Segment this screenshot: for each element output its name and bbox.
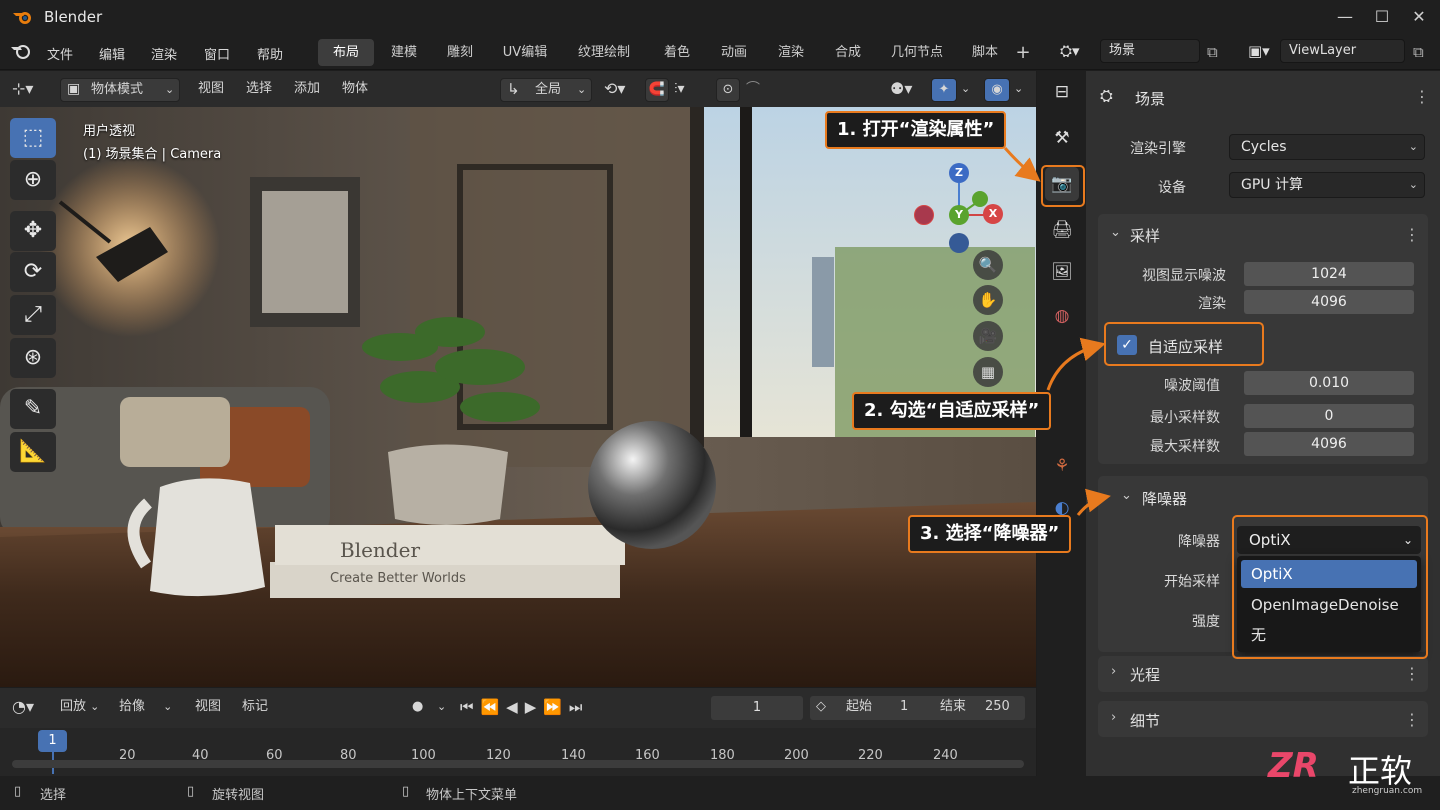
tick-label: 200 <box>784 748 809 763</box>
callout-step-1: 1. 打开“渲染属性” <box>825 111 1007 149</box>
callout-step-2: 2. 勾选“自适应采样” <box>852 392 1052 430</box>
keyframe-icon: ◇ <box>816 699 826 714</box>
chevron-down-icon: ⌄ <box>163 700 173 713</box>
end-label: 结束 <box>940 699 967 714</box>
tick-label: 240 <box>933 748 958 763</box>
start-label: 起始 <box>846 699 873 714</box>
tick-label: 100 <box>411 748 436 763</box>
playback-controls[interactable]: ⏮⏪◀▶⏩⏭ <box>460 695 589 719</box>
tick-label: 180 <box>710 748 735 763</box>
tick-label: 60 <box>266 748 283 763</box>
timeline-editor-type-icon[interactable]: ◔▾ <box>12 695 34 719</box>
watermark-logo: ZR <box>1268 746 1319 786</box>
tick-label: 120 <box>486 748 511 763</box>
callout-step-3: 3. 选择“降噪器” <box>908 515 1072 553</box>
tick-label: 80 <box>340 748 357 763</box>
tick-label: 40 <box>192 748 209 763</box>
playback-menu[interactable]: 回放 ⌄ <box>60 695 99 719</box>
auto-keying-icon[interactable]: ● <box>412 695 423 719</box>
end-frame-field[interactable]: 250 <box>985 695 1010 719</box>
mouse-left-icon: ▯ <box>14 784 22 799</box>
current-frame-field[interactable]: 1 <box>711 696 803 720</box>
marker-menu[interactable]: 标记 <box>242 695 268 719</box>
keying-label: 拾像 <box>119 699 146 714</box>
playback-label: 回放 <box>60 699 87 714</box>
status-context-menu: 物体上下文菜单 <box>426 788 518 803</box>
mouse-middle-icon: ▯ <box>187 784 195 799</box>
timeline-view-menu[interactable]: 视图 <box>195 695 221 719</box>
tick-label: 140 <box>561 748 586 763</box>
status-rotate: 旋转视图 <box>212 788 265 803</box>
mouse-right-icon: ▯ <box>402 784 410 799</box>
tick-label: 20 <box>119 748 136 763</box>
chevron-down-icon: ⌄ <box>90 700 100 713</box>
watermark-url: zhengruan.com <box>1352 786 1423 796</box>
start-frame-field[interactable]: 1 <box>900 695 908 719</box>
status-select: 选择 <box>40 788 67 803</box>
tick-label: 160 <box>635 748 660 763</box>
keying-menu[interactable]: 拾像 ⌄ <box>119 695 172 719</box>
chevron-down-icon[interactable]: ⌄ <box>437 695 446 719</box>
tick-label: 220 <box>858 748 883 763</box>
playhead[interactable]: 1 <box>38 730 67 752</box>
